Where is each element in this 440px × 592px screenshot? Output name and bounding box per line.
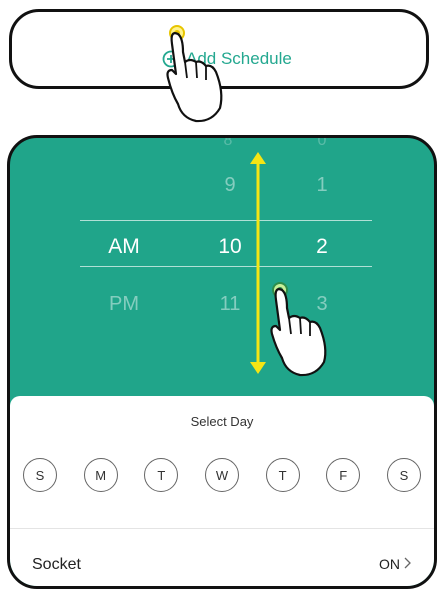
day-friday[interactable]: F xyxy=(326,458,361,492)
day-monday[interactable]: M xyxy=(83,458,118,492)
selection-line-bottom xyxy=(80,266,372,267)
ampm-below[interactable]: PM xyxy=(94,293,154,316)
socket-state-value: ON xyxy=(379,556,400,572)
hour-above-faint: 8 xyxy=(223,135,233,149)
chevron-right-icon xyxy=(404,556,412,572)
day-selector: S M T W T F S xyxy=(23,458,421,492)
hour-above[interactable]: 9 xyxy=(200,174,260,197)
socket-label: Socket xyxy=(32,556,81,573)
day-sunday[interactable]: S xyxy=(23,458,57,492)
add-schedule-label: Add Schedule xyxy=(186,49,292,68)
minute-below[interactable]: 3 xyxy=(292,293,352,316)
minute-above[interactable]: 1 xyxy=(292,174,352,197)
hour-selected[interactable]: 10 xyxy=(200,235,260,259)
day-saturday[interactable]: S xyxy=(386,458,421,492)
sheet-title: Select Day xyxy=(190,414,254,429)
schedule-panel: 8 0 9 1 AM 10 2 PM 11 3 Select Day S M T… xyxy=(7,135,437,589)
day-wednesday[interactable]: W xyxy=(204,458,239,492)
socket-state-button[interactable]: ON xyxy=(379,556,412,572)
minute-above-faint: 0 xyxy=(317,135,327,149)
sheet-divider xyxy=(10,528,434,529)
add-schedule-card: Add Schedule xyxy=(9,9,429,89)
hour-below[interactable]: 11 xyxy=(200,293,260,316)
plus-circle-icon xyxy=(162,50,180,68)
day-thursday[interactable]: T xyxy=(265,458,300,492)
ampm-selected[interactable]: AM xyxy=(94,235,154,259)
add-schedule-button[interactable]: Add Schedule xyxy=(162,49,292,69)
day-tuesday[interactable]: T xyxy=(144,458,179,492)
minute-selected[interactable]: 2 xyxy=(292,235,352,259)
selection-line-top xyxy=(80,220,372,221)
select-day-sheet: Select Day S M T W T F S Socket ON xyxy=(10,396,434,586)
